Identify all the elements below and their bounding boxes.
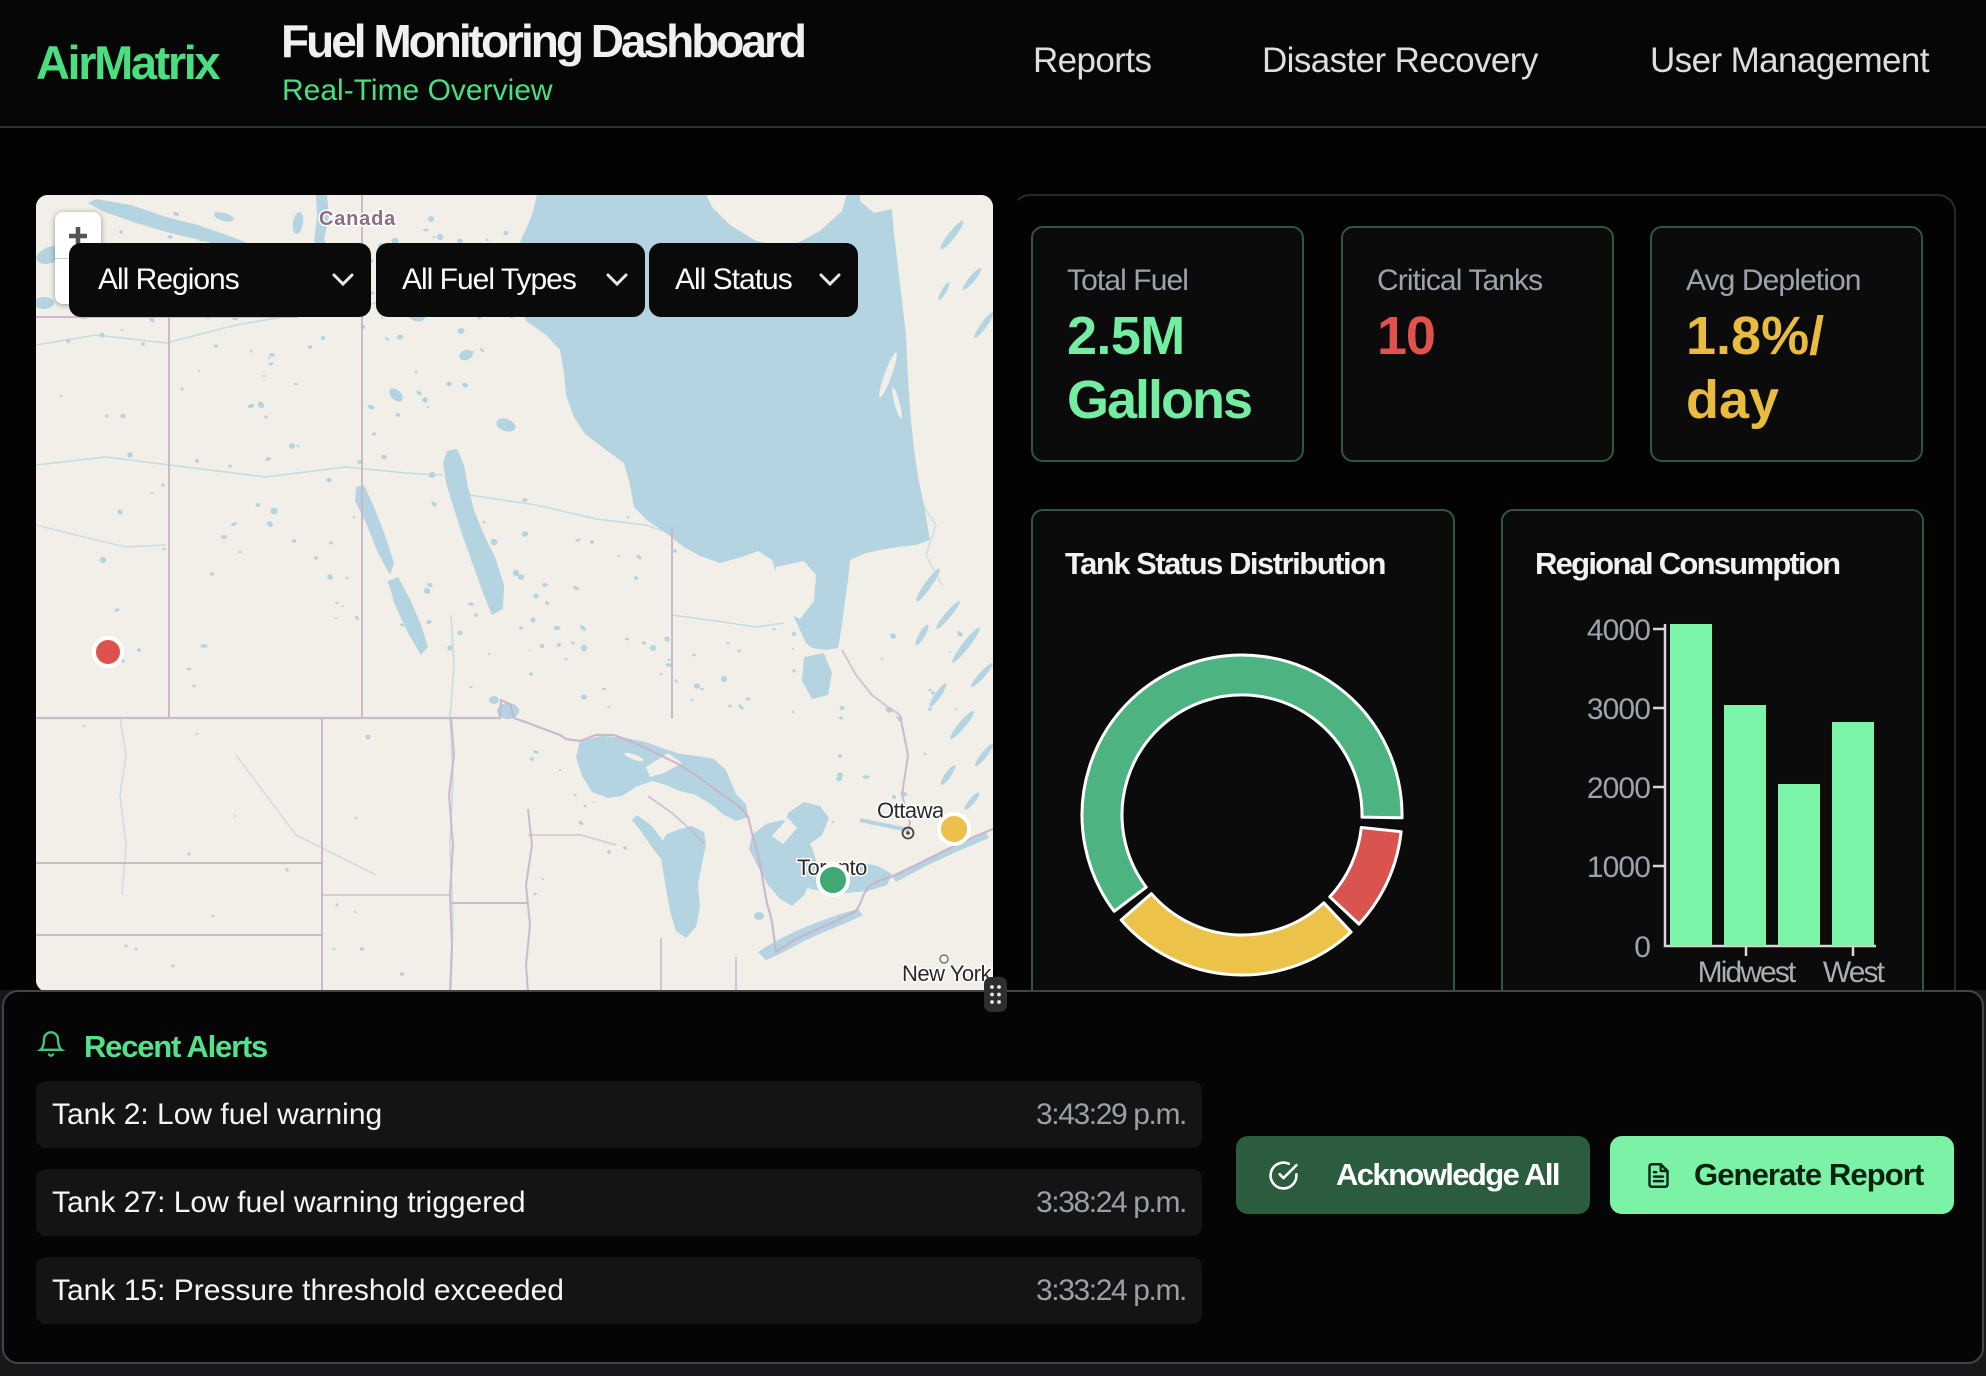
svg-text:New York: New York [902, 961, 992, 986]
svg-text:3000: 3000 [1587, 693, 1650, 726]
svg-text:Canada: Canada [319, 208, 396, 230]
svg-text:West: West [1823, 956, 1886, 989]
svg-text:2000: 2000 [1587, 772, 1650, 805]
svg-text:4000: 4000 [1587, 614, 1650, 647]
svg-text:0: 0 [1634, 931, 1650, 964]
svg-text:1000: 1000 [1587, 851, 1650, 884]
svg-text:Ottawa: Ottawa [877, 798, 945, 823]
svg-text:Midwest: Midwest [1698, 956, 1797, 989]
